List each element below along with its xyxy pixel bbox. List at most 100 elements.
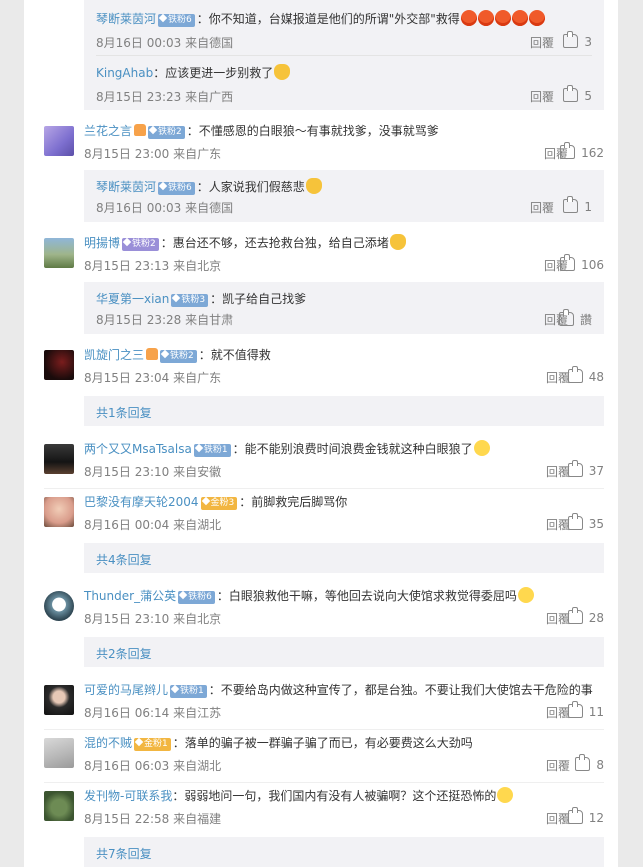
like-button[interactable]: 8 <box>575 754 604 772</box>
comment-username[interactable]: 可爱的马尾辫儿 <box>84 683 168 697</box>
fan-badge: 铁粉2 <box>148 125 185 139</box>
like-button[interactable]: 3 <box>563 31 592 49</box>
reply-username[interactable]: 琴断莱茵河 <box>96 180 156 194</box>
more-replies-link[interactable]: 共7条回复 <box>96 845 152 862</box>
avatar[interactable] <box>44 238 74 268</box>
thumb-up-icon <box>560 142 576 159</box>
fan-badge: 铁粉2 <box>122 237 159 251</box>
like-button[interactable]: 讚 <box>558 309 592 328</box>
reply-button[interactable]: 回覆 <box>546 369 570 386</box>
avatar[interactable] <box>44 591 74 621</box>
divider <box>44 729 604 730</box>
diamond-icon <box>122 237 132 247</box>
avatar[interactable] <box>44 685 74 715</box>
comment-username[interactable]: 明揚博 <box>84 236 120 250</box>
avatar[interactable] <box>44 350 74 380</box>
more-replies-link[interactable]: 共4条回复 <box>96 551 152 568</box>
more-replies-link[interactable]: 共2条回复 <box>96 645 152 662</box>
thumb-up-icon <box>575 754 591 771</box>
reply-text: ：你不知道，台媒报道是他们的所谓"外交部"救得 <box>196 12 460 26</box>
emoji-crying-icon <box>517 587 534 603</box>
reply-meta: 8月15日 23:23 来自广西 <box>96 90 234 104</box>
diamond-icon <box>170 684 180 694</box>
comment-list: 琴断莱茵河 铁粉6 ：你不知道，台媒报道是他们的所谓"外交部"救得 8月16日 00… <box>24 0 618 867</box>
like-count: 5 <box>584 89 592 103</box>
like-button[interactable]: 35 <box>567 513 604 531</box>
like-button[interactable]: 12 <box>567 807 604 825</box>
avatar[interactable] <box>44 738 74 768</box>
comment-text: ：能不能别浪费时间浪费金钱就这种白眼狼了 <box>232 442 473 456</box>
reply-button[interactable]: 回覆 <box>546 516 570 533</box>
reply-username[interactable]: 华夏第一xian <box>96 292 169 306</box>
comment-item: 巴黎没有摩天轮2004 金粉3 ：前脚救完后脚骂你 8月16日 00:04 来自湖北… <box>24 493 618 539</box>
like-button[interactable]: 48 <box>567 366 604 384</box>
fan-badge: 铁粉3 <box>171 293 209 307</box>
comment-meta: 8月15日 23:10 来自北京 <box>84 612 222 626</box>
comment-item: Thunder_蒲公英 铁粉6 ：白眼狼救他干嘛，等他回去说向大使馆求救觉得委屈吗 … <box>24 587 618 633</box>
like-button[interactable]: 11 <box>567 701 604 719</box>
crown-icon <box>146 348 159 360</box>
fan-badge: 金粉3 <box>200 496 238 510</box>
reply-button[interactable]: 回覆 <box>530 199 554 216</box>
reply-button[interactable]: 回覆 <box>546 704 570 721</box>
fan-badge: 金粉1 <box>134 737 171 751</box>
thumb-up-icon <box>567 460 583 477</box>
more-replies-link[interactable]: 共1条回复 <box>96 404 152 421</box>
comment-meta: 8月15日 23:04 来自广东 <box>84 371 222 385</box>
comment-username[interactable]: Thunder_蒲公英 <box>84 589 176 603</box>
comment-username[interactable]: 两个又又MsaTsalsa <box>84 442 192 456</box>
comment-text: ：白眼狼救他干嘛，等他回去说向大使馆求救觉得委屈吗 <box>216 589 517 603</box>
avatar[interactable] <box>44 791 74 821</box>
like-count: 讚 <box>579 313 592 327</box>
reply-button[interactable]: 回覆 <box>530 88 554 105</box>
comment-text: ：惠台还不够，还去抢救台独，给自己添堵 <box>160 236 389 250</box>
comment-username[interactable]: 巴黎没有摩天轮2004 <box>84 495 199 509</box>
comment-item: 明揚博 铁粉2 ：惠台还不够，还去抢救台独，给自己添堵 8月15日 23:13 来自… <box>24 234 618 284</box>
fan-badge: 铁粉6 <box>158 181 195 195</box>
emoji-cat-icon <box>305 178 322 194</box>
emoji-angry-icon <box>494 10 511 26</box>
reply-button[interactable]: 回覆 <box>546 810 570 827</box>
emoji-cat-icon <box>389 234 406 250</box>
reply-item: 琴断莱茵河 铁粉6 ：人家说我们假慈悲 8月16日 00:03 来自德国 回覆 1 <box>96 178 604 218</box>
like-button[interactable]: 37 <box>567 460 604 478</box>
like-button[interactable]: 162 <box>560 142 604 160</box>
like-count: 8 <box>596 758 604 772</box>
reply-meta: 8月15日 23:28 来自甘肃 <box>96 313 234 327</box>
reply-button[interactable]: 回覆 <box>546 757 570 774</box>
like-count: 28 <box>588 611 604 625</box>
comment-text: ：弱弱地问一句，我们国内有没有人被骗啊？这个还挺恐怖的 <box>172 789 497 803</box>
more-replies-box: 共7条回复 <box>84 837 604 867</box>
emoji-angry-icon <box>511 10 528 26</box>
reply-button[interactable]: 回覆 <box>546 610 570 627</box>
reply-username[interactable]: 琴断莱茵河 <box>96 12 156 26</box>
comment-item: 凯旋门之三 铁粉2 ：就不值得救 8月15日 23:04 来自广东 回覆 48 <box>24 346 618 396</box>
diamond-icon <box>201 496 210 506</box>
thumb-up-icon <box>560 254 576 271</box>
comment-username[interactable]: 混的不贼 <box>84 736 132 750</box>
reply-username[interactable]: KingAhab <box>96 66 153 80</box>
reply-text: ：凯子给自己找爹 <box>210 292 307 306</box>
reply-button[interactable]: 回覆 <box>530 34 554 51</box>
emoji-angry-icon <box>477 10 494 26</box>
more-replies-box: 共4条回复 <box>84 543 604 573</box>
comment-username[interactable]: 凯旋门之三 <box>84 348 144 362</box>
avatar[interactable] <box>44 126 74 156</box>
like-button[interactable]: 106 <box>560 254 604 272</box>
comment-meta: 8月16日 00:04 来自湖北 <box>84 518 222 532</box>
emoji-sweat-icon <box>497 787 514 803</box>
comment-username[interactable]: 兰花之言 <box>84 124 132 138</box>
avatar[interactable] <box>44 497 74 527</box>
like-button[interactable]: 28 <box>567 607 604 625</box>
comment-username[interactable]: 发刊物-可联系我 <box>84 789 172 803</box>
comment-text: ：不懂感恩的白眼狼～有事就找爹，没事就骂爹 <box>186 124 439 138</box>
like-button[interactable]: 1 <box>563 196 592 214</box>
like-count: 35 <box>588 517 604 531</box>
reply-button[interactable]: 回覆 <box>546 463 570 480</box>
fan-badge: 铁粉6 <box>178 590 215 604</box>
avatar[interactable] <box>44 444 74 474</box>
reply-text: ：应该更进一步别救了 <box>153 66 274 80</box>
like-button[interactable]: 5 <box>563 85 592 103</box>
fan-badge: 铁粉1 <box>193 443 231 457</box>
crown-icon <box>134 124 147 136</box>
